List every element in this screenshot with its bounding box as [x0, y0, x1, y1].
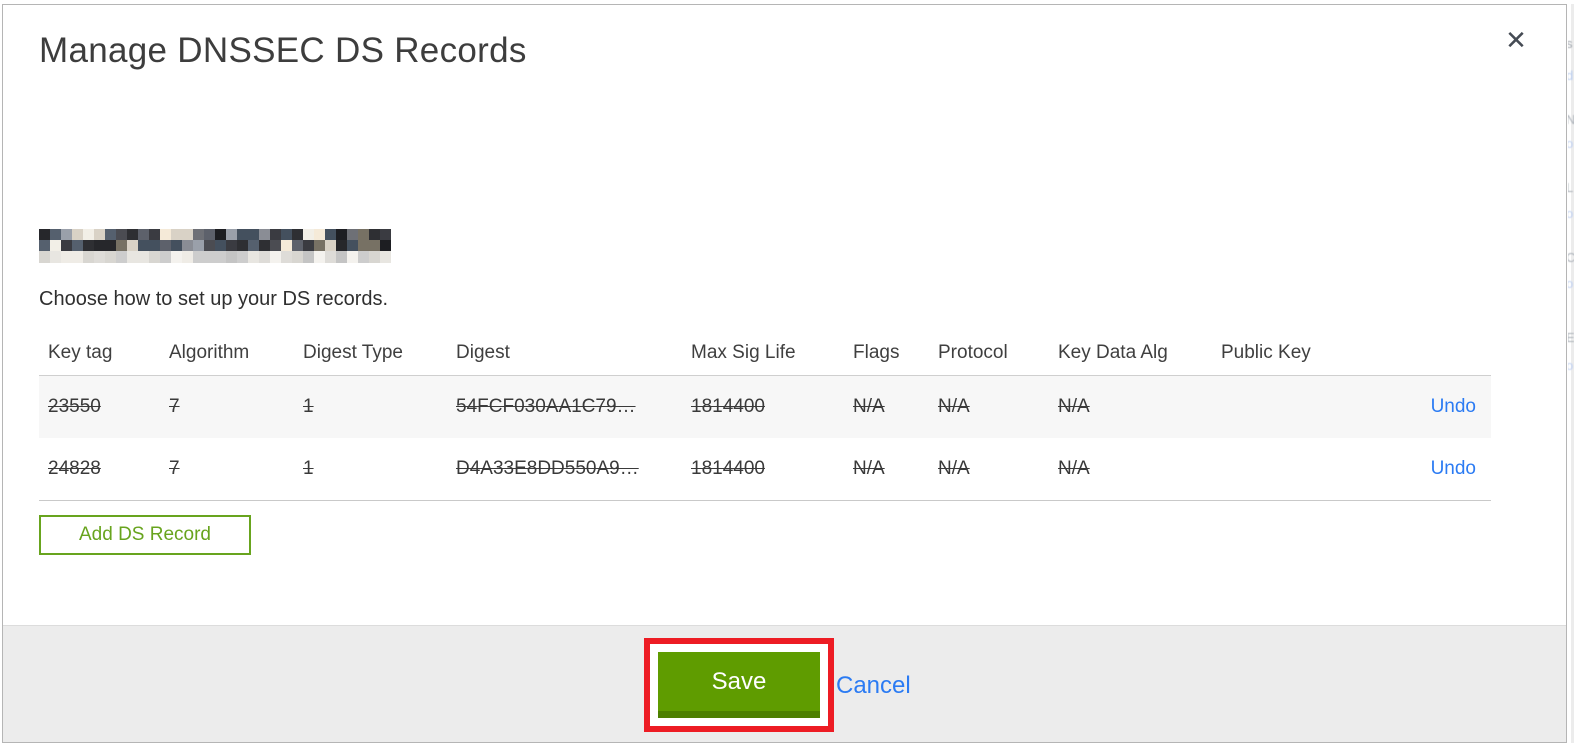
cell-algorithm: 7	[169, 396, 180, 417]
cell-digest-type: 1	[303, 396, 314, 417]
cell-max-sig-life: 1814400	[691, 396, 765, 417]
background-page-sliver: sdNoLoCoEo	[1568, 4, 1574, 743]
cell-protocol: N/A	[938, 458, 970, 479]
redacted-domain-name	[39, 229, 391, 263]
table-row: 23550 7 1 54FCF030AA1C79… 1814400 N/A N/…	[39, 376, 1491, 438]
cell-digest: 54FCF030AA1C79…	[456, 396, 636, 417]
table-header-row: Key tag Algorithm Digest Type Digest Max…	[39, 331, 1491, 376]
cell-actions: Undo	[1331, 396, 1491, 418]
column-header-public-key: Public Key	[1221, 342, 1311, 363]
dnssec-modal: Manage DNSSEC DS Records ✕ Choose how to…	[2, 4, 1567, 743]
cell-digest-type: 1	[303, 458, 314, 479]
cell-max-sig-life: 1814400	[691, 458, 765, 479]
cell-key-tag: 23550	[48, 396, 101, 417]
column-header-key-tag: Key tag	[48, 342, 113, 363]
cell-key-tag: 24828	[48, 458, 101, 479]
add-ds-record-button[interactable]: Add DS Record	[39, 515, 251, 555]
cell-actions: Undo	[1331, 458, 1491, 480]
column-header-algorithm: Algorithm	[169, 342, 250, 363]
column-header-digest: Digest	[456, 342, 510, 363]
cell-flags: N/A	[853, 396, 885, 417]
cell-digest: D4A33E8DD550A9…	[456, 458, 639, 479]
cell-key-data-alg: N/A	[1058, 396, 1090, 417]
cancel-link[interactable]: Cancel	[836, 672, 911, 700]
column-header-protocol: Protocol	[938, 342, 1008, 363]
cell-flags: N/A	[853, 458, 885, 479]
column-header-flags: Flags	[853, 342, 900, 363]
page-title: Manage DNSSEC DS Records	[39, 31, 527, 70]
cell-algorithm: 7	[169, 458, 180, 479]
column-header-digest-type: Digest Type	[303, 342, 403, 363]
instruction-text: Choose how to set up your DS records.	[39, 288, 389, 310]
undo-link[interactable]: Undo	[1431, 458, 1476, 479]
close-icon[interactable]: ✕	[1501, 25, 1531, 55]
column-header-key-data-alg: Key Data Alg	[1058, 342, 1168, 363]
undo-link[interactable]: Undo	[1431, 396, 1476, 417]
cell-protocol: N/A	[938, 396, 970, 417]
ds-records-table: Key tag Algorithm Digest Type Digest Max…	[39, 331, 1491, 501]
table-row: 24828 7 1 D4A33E8DD550A9… 1814400 N/A N/…	[39, 438, 1491, 501]
column-header-max-sig-life: Max Sig Life	[691, 342, 796, 363]
cell-key-data-alg: N/A	[1058, 458, 1090, 479]
save-button[interactable]: Save	[658, 652, 820, 718]
red-highlight-annotation: Save	[644, 638, 834, 732]
